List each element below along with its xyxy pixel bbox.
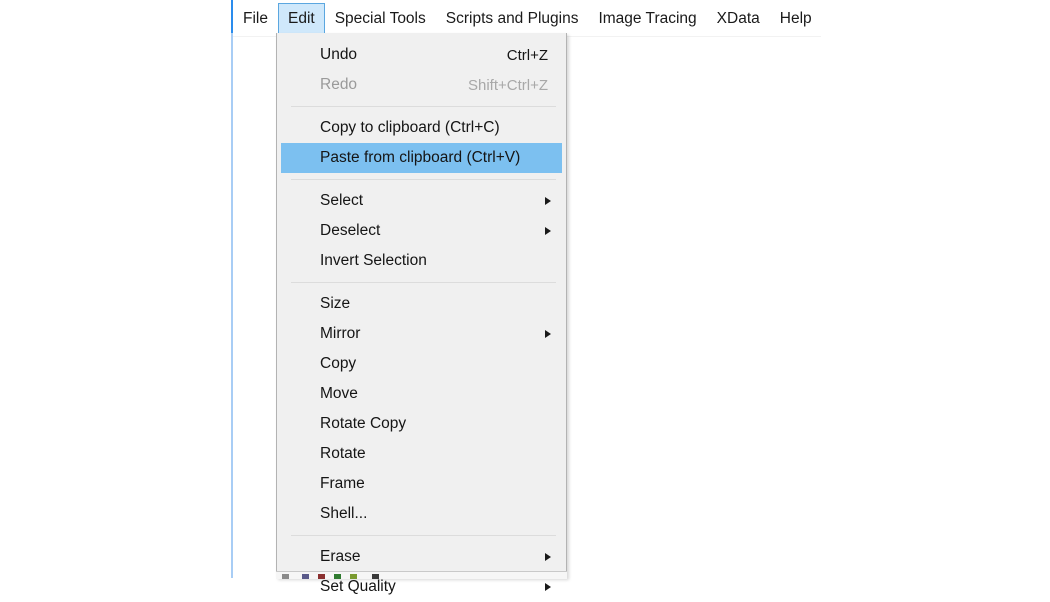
menu-separator bbox=[291, 106, 556, 107]
application-window: FileEditSpecial ToolsScripts and Plugins… bbox=[0, 0, 1050, 578]
menu-item-shortcut: Ctrl+Z bbox=[507, 47, 554, 64]
menu-item-undo[interactable]: Undo Ctrl+Z bbox=[277, 40, 566, 70]
menu-item-label: Paste from clipboard (Ctrl+V) bbox=[320, 149, 520, 167]
menubar-item-special-tools[interactable]: Special Tools bbox=[325, 3, 436, 35]
menu-item-copy-to-clipboard-ctrl-c[interactable]: Copy to clipboard (Ctrl+C) bbox=[277, 113, 566, 143]
menu-item-shell[interactable]: Shell... bbox=[277, 499, 566, 529]
menu-item-label: Shell... bbox=[320, 505, 367, 523]
menu-item-invert-selection[interactable]: Invert Selection bbox=[277, 246, 566, 276]
menu-separator bbox=[291, 282, 556, 283]
menu-item-label: Select bbox=[320, 192, 363, 210]
menubar-item-image-tracing[interactable]: Image Tracing bbox=[588, 3, 706, 35]
menu-item-label: Copy to clipboard (Ctrl+C) bbox=[320, 119, 500, 137]
menu-item-paste-from-clipboard-ctrl-v[interactable]: Paste from clipboard (Ctrl+V) bbox=[281, 143, 562, 173]
chevron-right-icon bbox=[545, 553, 551, 561]
menubar-item-file[interactable]: File bbox=[233, 3, 278, 35]
menu-bar: FileEditSpecial ToolsScripts and Plugins… bbox=[233, 0, 1050, 36]
menu-separator bbox=[291, 179, 556, 180]
menu-item-erase[interactable]: Erase bbox=[277, 542, 566, 572]
menu-item-deselect[interactable]: Deselect bbox=[277, 216, 566, 246]
menu-item-label: Erase bbox=[320, 548, 361, 566]
chevron-right-icon bbox=[545, 197, 551, 205]
menu-item-label: Set Quality bbox=[320, 578, 396, 596]
menu-item-label: Invert Selection bbox=[320, 252, 427, 270]
chevron-right-icon bbox=[545, 330, 551, 338]
document-pane-left-edge-lower bbox=[231, 33, 233, 578]
chevron-right-icon bbox=[545, 583, 551, 591]
menu-item-frame[interactable]: Frame bbox=[277, 469, 566, 499]
menu-separator bbox=[291, 535, 556, 536]
menu-item-label: Size bbox=[320, 295, 350, 313]
menu-item-label: Redo bbox=[320, 76, 357, 94]
menu-item-redo: Redo Shift+Ctrl+Z bbox=[277, 70, 566, 100]
menu-item-select[interactable]: Select bbox=[277, 186, 566, 216]
menu-item-label: Mirror bbox=[320, 325, 360, 343]
menu-item-move[interactable]: Move bbox=[277, 379, 566, 409]
edit-dropdown-menu: Undo Ctrl+Z Redo Shift+Ctrl+Z Copy to clipbo… bbox=[276, 33, 567, 578]
menu-item-label: Rotate bbox=[320, 445, 366, 463]
menu-item-label: Undo bbox=[320, 46, 357, 64]
menubar-item-xdata[interactable]: XData bbox=[707, 3, 770, 35]
menubar-item-scripts-and-plugins[interactable]: Scripts and Plugins bbox=[436, 3, 589, 35]
menu-item-copy[interactable]: Copy bbox=[277, 349, 566, 379]
menu-item-label: Copy bbox=[320, 355, 356, 373]
menu-item-mirror[interactable]: Mirror bbox=[277, 319, 566, 349]
menu-item-label: Rotate Copy bbox=[320, 415, 406, 433]
menu-item-rotate[interactable]: Rotate bbox=[277, 439, 566, 469]
menu-item-rotate-copy[interactable]: Rotate Copy bbox=[277, 409, 566, 439]
menu-item-label: Move bbox=[320, 385, 358, 403]
menu-item-size[interactable]: Size bbox=[277, 289, 566, 319]
menu-item-label: Deselect bbox=[320, 222, 380, 240]
chevron-right-icon bbox=[545, 227, 551, 235]
menubar-item-edit[interactable]: Edit bbox=[278, 3, 325, 35]
menu-item-shortcut: Shift+Ctrl+Z bbox=[468, 77, 554, 94]
menu-item-label: Frame bbox=[320, 475, 365, 493]
menubar-item-help[interactable]: Help bbox=[770, 3, 822, 35]
